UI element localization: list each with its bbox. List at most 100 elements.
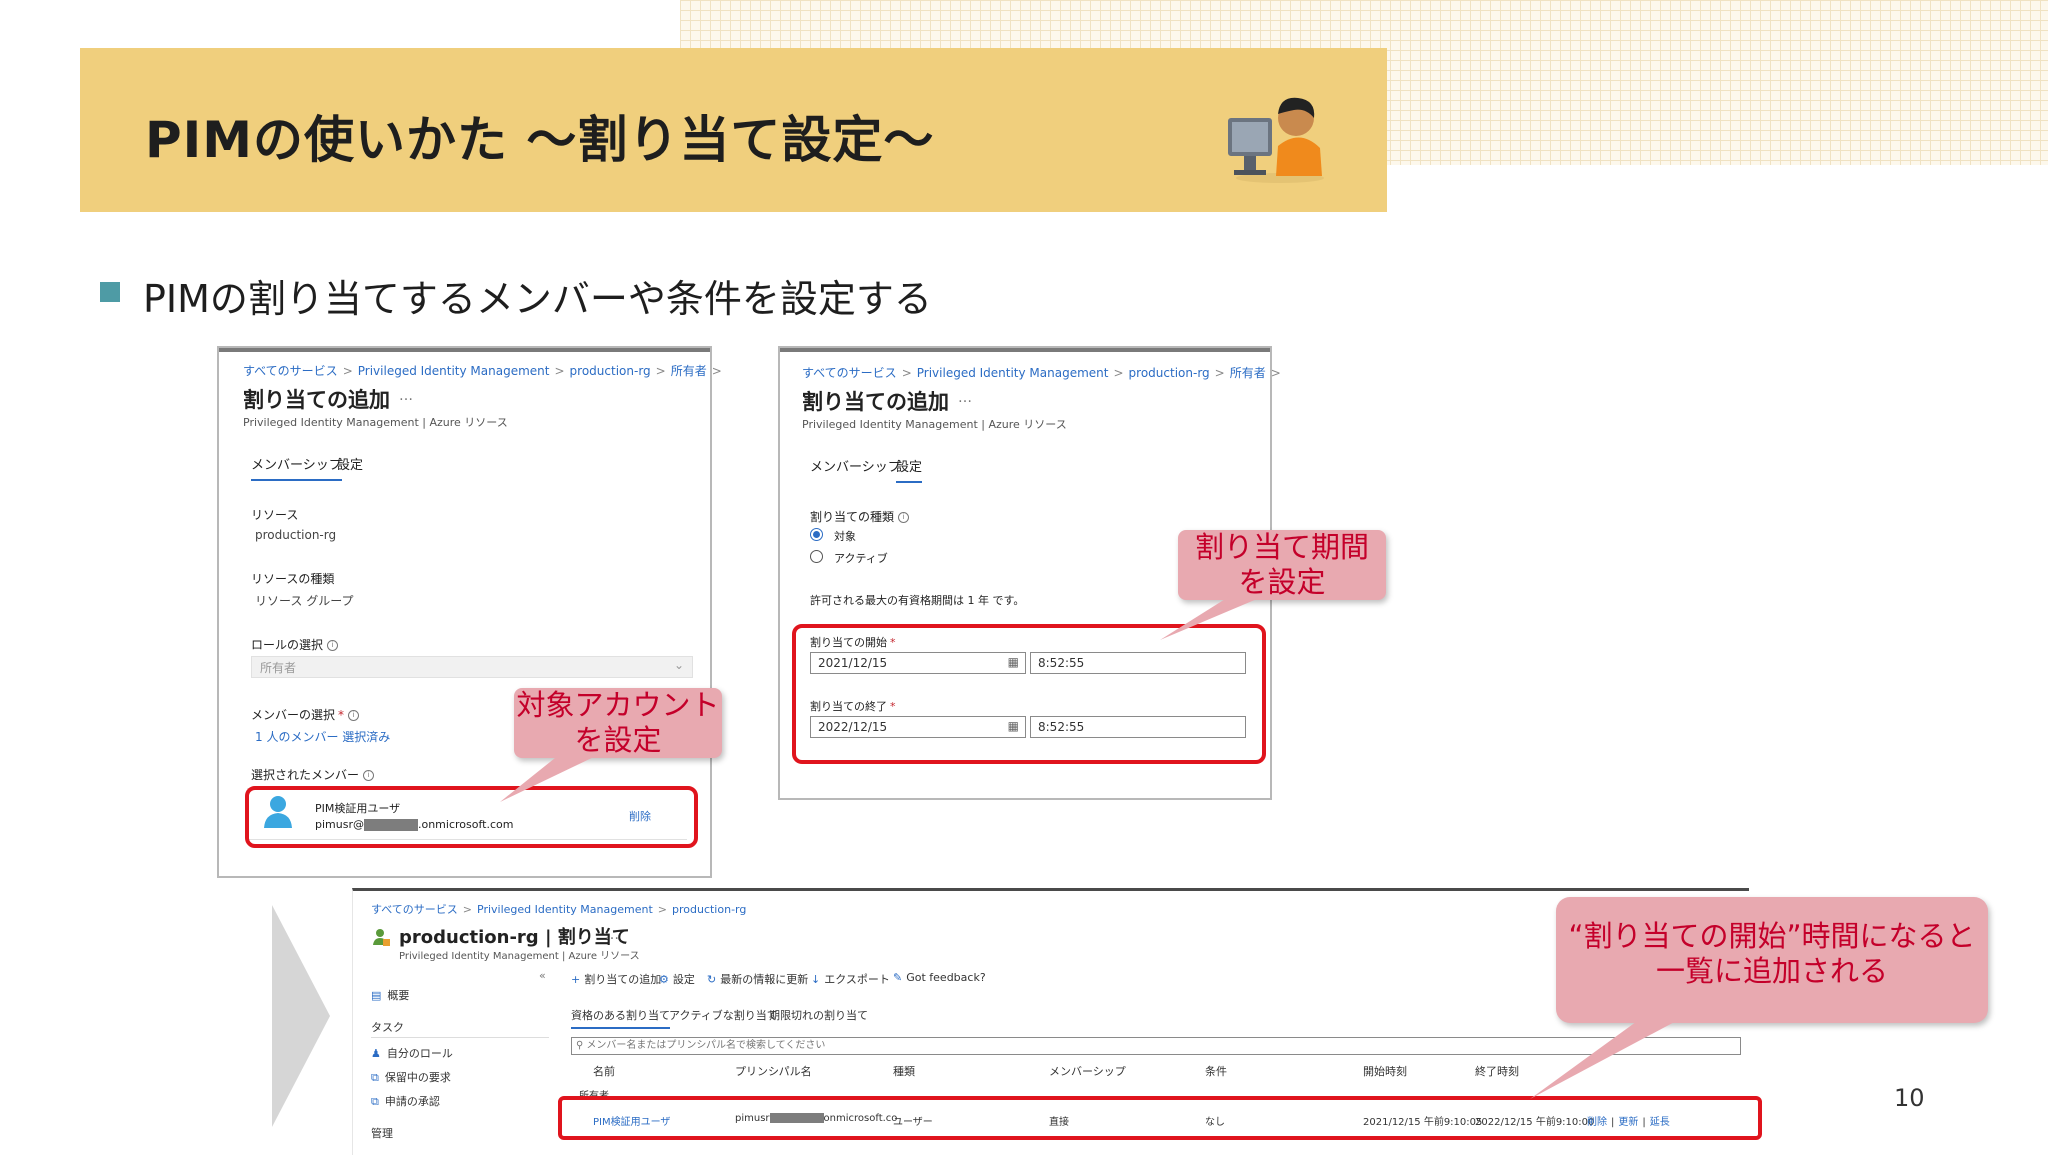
info-icon[interactable]: i <box>363 770 375 781</box>
breadcrumb-link-all-services[interactable]: すべてのサービス <box>371 903 458 916</box>
callout-pointer <box>1530 1019 1680 1099</box>
max-duration-text: 許可される最大の有資格期間は 1 年 です。 <box>810 594 1025 607</box>
breadcrumb: すべてのサービス > Privileged Identity Management >… <box>371 903 747 916</box>
info-icon[interactable]: i <box>348 710 360 721</box>
sidebar-section-manage: 管理 <box>371 1127 393 1140</box>
breadcrumb: すべてのサービス > Privileged Identity Management >… <box>243 364 722 378</box>
export-button[interactable]: ↓ エクスポート <box>811 971 890 987</box>
page-title: production-rg | 割り当て <box>399 927 630 948</box>
radio-active[interactable] <box>810 550 823 563</box>
breadcrumb-link-resource[interactable]: production-rg <box>570 364 651 378</box>
assignment-type-label: 割り当ての種類 i <box>810 508 910 525</box>
user-at-computer-icon <box>1228 97 1324 183</box>
feedback-icon: ✎ <box>893 971 903 984</box>
breadcrumb-link-pim[interactable]: Privileged Identity Management <box>917 366 1109 380</box>
column-header-name[interactable]: 名前 <box>593 1063 615 1079</box>
sidebar-section-tasks: タスク <box>371 1021 404 1034</box>
callout-pointer <box>1160 596 1264 640</box>
column-header-principal[interactable]: プリンシパル名 <box>735 1063 812 1079</box>
collapse-sidebar-icon[interactable]: « <box>539 969 546 982</box>
sidebar-item-overview[interactable]: ▤ 概要 <box>371 987 409 1003</box>
member-label: メンバーの選択 * i <box>251 706 360 723</box>
member-selected-link[interactable]: 1 人のメンバー 選択済み <box>255 728 390 745</box>
search-icon: ⚲ <box>576 1040 584 1051</box>
resource-type-value: リソース グループ <box>255 594 354 608</box>
radio-eligible-label: 対象 <box>834 530 856 543</box>
sidebar-item-pending-requests[interactable]: ⧉ 保留中の要求 <box>371 1069 451 1085</box>
approve-icon: ⧉ <box>371 1095 379 1108</box>
breadcrumb-link-all-services[interactable]: すべてのサービス <box>802 366 897 380</box>
column-header-membership[interactable]: メンバーシップ <box>1049 1063 1126 1079</box>
tab-settings[interactable]: 設定 <box>337 454 363 473</box>
page-title: 割り当ての追加 <box>802 390 949 414</box>
chevron-down-icon: ⌄ <box>673 658 684 672</box>
callout-line: 対象アカウント <box>516 688 720 722</box>
tab-membership[interactable]: メンバーシップ <box>251 454 342 481</box>
gear-icon: ⚙ <box>659 973 669 986</box>
download-icon: ↓ <box>811 973 821 986</box>
sidebar-item-approve-requests[interactable]: ⧉ 申請の承認 <box>371 1093 440 1109</box>
highlight-assignment-row <box>558 1096 1762 1140</box>
info-icon[interactable]: i <box>898 512 910 523</box>
page-subtitle: Privileged Identity Management | Azure リ… <box>802 418 1067 431</box>
feedback-button[interactable]: ✎ Got feedback? <box>893 971 986 984</box>
page-title: 割り当ての追加 <box>243 388 390 412</box>
resource-label: リソース <box>251 508 299 522</box>
breadcrumb-link-all-services[interactable]: すべてのサービス <box>243 364 338 378</box>
tab-active-assignments[interactable]: アクティブな割り当て <box>669 1007 778 1023</box>
page-number: 10 <box>1894 1084 1925 1112</box>
sidebar-divider <box>371 1037 549 1038</box>
role-label: ロールの選択 i <box>251 636 339 653</box>
panel-top-border <box>219 348 710 352</box>
breadcrumb-link-owner[interactable]: 所有者 <box>1230 366 1266 380</box>
breadcrumb-link-resource[interactable]: production-rg <box>1129 366 1210 380</box>
sidebar-item-my-roles[interactable]: ♟ 自分のロール <box>371 1045 453 1061</box>
radio-active-label: アクティブ <box>834 552 888 565</box>
plus-icon: + <box>571 973 581 986</box>
role-select[interactable]: 所有者 ⌄ <box>251 656 693 678</box>
page-subtitle: Privileged Identity Management | Azure リ… <box>399 951 640 962</box>
tab-settings[interactable]: 設定 <box>896 456 923 483</box>
selected-members-label: 選択されたメンバー i <box>251 766 375 783</box>
tab-eligible-assignments[interactable]: 資格のある割り当て <box>571 1007 670 1029</box>
column-header-end[interactable]: 終了時刻 <box>1475 1063 1519 1079</box>
breadcrumb-link-pim[interactable]: Privileged Identity Management <box>477 903 653 916</box>
radio-eligible[interactable] <box>810 528 823 541</box>
info-icon[interactable]: i <box>327 640 339 651</box>
column-header-start[interactable]: 開始時刻 <box>1363 1063 1407 1079</box>
breadcrumb-link-pim[interactable]: Privileged Identity Management <box>358 364 550 378</box>
callout-line: 一覧に追加される <box>1655 954 1888 988</box>
resource-group-icon <box>373 929 390 946</box>
overview-icon: ▤ <box>371 989 382 1002</box>
highlight-selected-member <box>245 786 698 848</box>
column-header-condition[interactable]: 条件 <box>1205 1063 1227 1079</box>
refresh-icon: ↻ <box>707 973 717 986</box>
tab-membership[interactable]: メンバーシップ <box>810 456 901 475</box>
callout-target-account: 対象アカウント を設定 <box>514 688 722 758</box>
callout-line: を設定 <box>574 723 662 757</box>
settings-button[interactable]: ⚙ 設定 <box>659 971 695 987</box>
callout-line: を設定 <box>1238 565 1326 599</box>
breadcrumb-link-owner[interactable]: 所有者 <box>671 364 707 378</box>
panel-top-border <box>780 348 1270 352</box>
breadcrumb-link-resource[interactable]: production-rg <box>672 903 746 916</box>
pending-icon: ⧉ <box>371 1071 379 1084</box>
callout-added-to-list: “割り当ての開始”時間になると 一覧に追加される <box>1556 897 1988 1023</box>
refresh-button[interactable]: ↻ 最新の情報に更新 <box>707 971 808 987</box>
callout-line: “割り当ての開始”時間になると <box>1568 919 1976 953</box>
add-assignment-button[interactable]: + 割り当ての追加 <box>571 971 661 987</box>
bullet-text: PIMの割り当てするメンバーや条件を設定する <box>143 277 932 321</box>
more-options-icon[interactable]: … <box>605 927 619 943</box>
column-header-type[interactable]: 種類 <box>893 1063 915 1079</box>
highlight-assignment-period <box>792 624 1266 764</box>
page-subtitle: Privileged Identity Management | Azure リ… <box>243 416 508 429</box>
bullet-square <box>100 282 120 302</box>
more-options-icon[interactable]: … <box>399 388 413 404</box>
resource-type-label: リソースの種類 <box>251 572 335 586</box>
tab-expired-assignments[interactable]: 期限切れの割り当て <box>769 1007 868 1023</box>
callout-pointer <box>500 754 600 802</box>
callout-assignment-period: 割り当て期間 を設定 <box>1178 530 1386 600</box>
slide-title: PIMの使いかた ～割り当て設定～ <box>145 111 935 169</box>
breadcrumb: すべてのサービス > Privileged Identity Management >… <box>802 366 1281 380</box>
more-options-icon[interactable]: … <box>958 390 972 406</box>
